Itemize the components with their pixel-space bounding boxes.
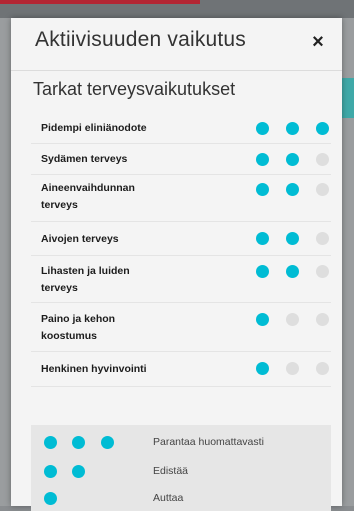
rating-dot <box>286 362 299 375</box>
rating-dot <box>256 313 269 326</box>
rating-dot <box>316 183 329 196</box>
effect-label: Lihasten ja luiden terveys <box>41 265 130 294</box>
background-accent-stripe <box>0 0 200 4</box>
effect-label: Aivojen terveys <box>41 233 119 245</box>
legend-label: Parantaa huomattavasti <box>153 436 264 448</box>
effect-rating <box>251 265 331 278</box>
rating-dot <box>256 122 269 135</box>
legend-box: Parantaa huomattavasti Edistää Auttaa <box>31 425 331 511</box>
effect-row: Lihasten ja luiden terveys <box>31 256 331 303</box>
rating-dot <box>316 362 329 375</box>
effect-rating <box>251 362 331 375</box>
background-left-edge <box>0 18 11 506</box>
modal-title: Aktiivisuuden vaikutus <box>35 28 247 51</box>
legend-dot <box>44 436 57 449</box>
effect-rating <box>251 232 331 245</box>
legend-label: Auttaa <box>153 492 184 504</box>
effect-label: Aineenvaihdunnan terveys <box>41 182 135 211</box>
rating-dot <box>256 232 269 245</box>
rating-dot <box>256 362 269 375</box>
rating-dot <box>286 153 299 166</box>
rating-dot <box>286 232 299 245</box>
rating-dot <box>256 183 269 196</box>
background-teal-accent <box>342 78 354 118</box>
effect-label: Pidempi eliniänodote <box>41 122 147 134</box>
close-icon[interactable]: × <box>306 30 330 54</box>
rating-dot <box>316 265 329 278</box>
header-divider <box>11 70 342 71</box>
effect-rating <box>251 183 331 196</box>
legend-label: Edistää <box>153 465 189 477</box>
rating-dot <box>286 122 299 135</box>
effect-label: Sydämen terveys <box>41 153 128 165</box>
effect-row: Pidempi eliniänodote <box>31 114 331 144</box>
rating-dot <box>316 232 329 245</box>
rating-dot <box>316 313 329 326</box>
effect-rating <box>251 122 331 135</box>
effect-row: Aineenvaihdunnan terveys <box>31 175 331 222</box>
rating-dot <box>286 265 299 278</box>
background-right-edge <box>342 18 354 506</box>
legend-row: Parantaa huomattavasti <box>31 433 331 453</box>
background-top-bar <box>0 0 354 18</box>
legend-dot <box>44 465 57 478</box>
legend-row: Edistää <box>31 462 331 482</box>
rating-dot <box>286 183 299 196</box>
effect-row: Sydämen terveys <box>31 144 331 175</box>
legend-row: Auttaa <box>31 489 331 509</box>
legend-dot <box>72 465 85 478</box>
effect-rating <box>251 313 331 326</box>
effect-label: Henkinen hyvinvointi <box>41 363 147 375</box>
effect-row: Aivojen terveys <box>31 222 331 256</box>
section-title: Tarkat terveysvaikutukset <box>33 79 236 99</box>
rating-dot <box>256 265 269 278</box>
effect-row: Henkinen hyvinvointi <box>31 352 331 387</box>
effect-rating <box>251 153 331 166</box>
modal-header: Aktiivisuuden vaikutus × <box>11 18 342 70</box>
legend-dot <box>101 436 114 449</box>
legend-dot <box>72 436 85 449</box>
rating-dot <box>316 153 329 166</box>
effect-label: Paino ja kehon koostumus <box>41 313 116 342</box>
rating-dot <box>286 313 299 326</box>
health-effects-list: Pidempi eliniänodote Sydämen terveys Ain… <box>31 114 331 387</box>
activity-effect-modal: Aktiivisuuden vaikutus × Tarkat terveysv… <box>11 18 342 511</box>
effect-row: Paino ja kehon koostumus <box>31 303 331 352</box>
legend-dot <box>44 492 57 505</box>
rating-dot <box>316 122 329 135</box>
rating-dot <box>256 153 269 166</box>
